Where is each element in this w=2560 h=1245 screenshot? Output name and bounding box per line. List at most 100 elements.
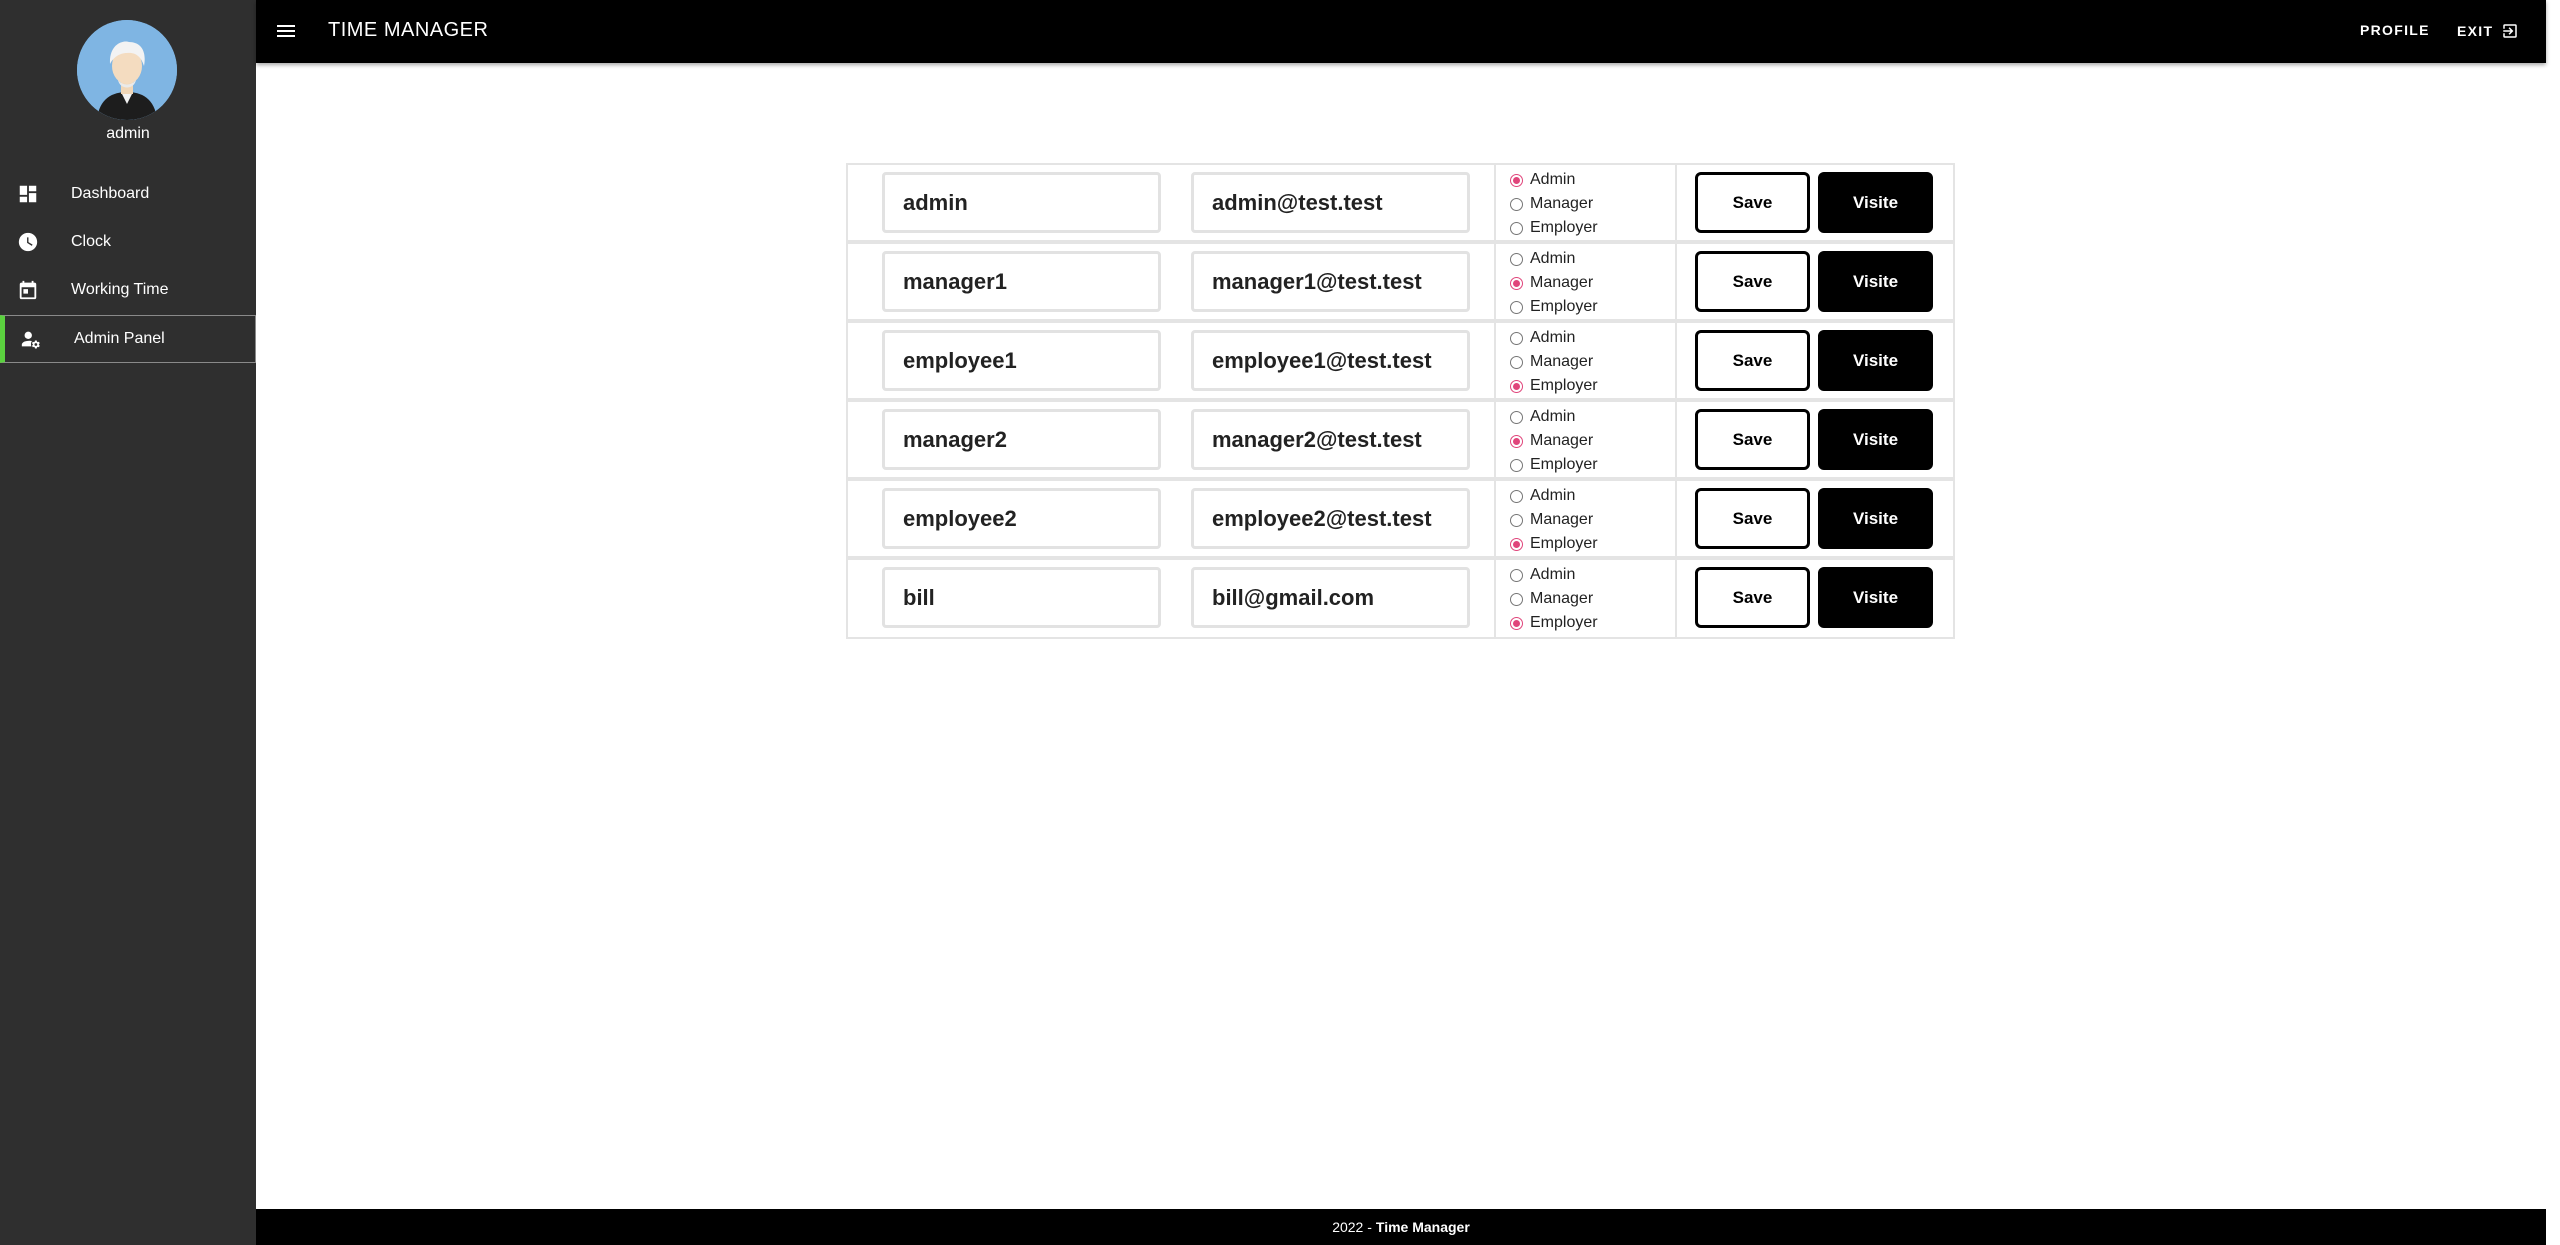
- radio-button[interactable]: [1510, 537, 1523, 551]
- radio-button[interactable]: [1510, 197, 1523, 211]
- radio-button[interactable]: [1510, 379, 1523, 393]
- radio-button[interactable]: [1510, 592, 1523, 606]
- sidebar-item-label: Working Time: [71, 281, 169, 298]
- radio-button[interactable]: [1510, 489, 1523, 503]
- visit-button[interactable]: Visite: [1818, 172, 1933, 233]
- role-option-manager[interactable]: Manager: [1510, 350, 1598, 374]
- sidebar-item-admin-panel[interactable]: Admin Panel: [0, 315, 256, 363]
- username-field[interactable]: [882, 251, 1161, 312]
- radio-button[interactable]: [1510, 434, 1523, 448]
- role-option-label: Manager: [1530, 432, 1594, 449]
- radio-button[interactable]: [1510, 568, 1523, 582]
- save-button[interactable]: Save: [1695, 330, 1810, 391]
- profile-button-label: PROFILE: [2360, 22, 2430, 38]
- email-field[interactable]: [1191, 567, 1470, 628]
- role-option-admin[interactable]: Admin: [1510, 168, 1598, 192]
- calendar-icon: [17, 279, 39, 301]
- role-option-admin[interactable]: Admin: [1510, 563, 1598, 587]
- role-option-manager[interactable]: Manager: [1510, 587, 1598, 611]
- radio-button[interactable]: [1510, 276, 1523, 290]
- role-option-label: Employer: [1530, 377, 1598, 394]
- visit-button[interactable]: Visite: [1818, 409, 1933, 470]
- users-table: AdminManagerEmployerSaveVisiteAdminManag…: [846, 163, 1955, 639]
- role-option-admin[interactable]: Admin: [1510, 326, 1598, 350]
- username-field[interactable]: [882, 172, 1161, 233]
- username-field[interactable]: [882, 567, 1161, 628]
- role-option-manager[interactable]: Manager: [1510, 192, 1598, 216]
- role-option-admin[interactable]: Admin: [1510, 484, 1598, 508]
- save-button[interactable]: Save: [1695, 172, 1810, 233]
- save-button[interactable]: Save: [1695, 567, 1810, 628]
- radio-button[interactable]: [1510, 221, 1523, 235]
- top-app-bar: TIME MANAGER PROFILE EXIT: [256, 0, 2546, 63]
- table-row: Admin Manager Employer SaveVisite: [848, 165, 1953, 244]
- table-row: Admin Manager Employer SaveVisite: [848, 244, 1953, 323]
- save-button[interactable]: Save: [1695, 488, 1810, 549]
- username-field[interactable]: [882, 409, 1161, 470]
- sidebar-item-dashboard[interactable]: Dashboard: [0, 170, 256, 218]
- radio-button[interactable]: [1510, 173, 1523, 187]
- role-radio-group: Admin Manager Employer: [1510, 563, 1598, 635]
- profile-button[interactable]: PROFILE: [2360, 22, 2430, 38]
- column-divider: [1494, 244, 1496, 319]
- sidebar-item-clock[interactable]: Clock: [0, 218, 256, 266]
- role-option-employer[interactable]: Employer: [1510, 374, 1598, 398]
- role-option-admin[interactable]: Admin: [1510, 405, 1598, 429]
- visit-button[interactable]: Visite: [1818, 251, 1933, 312]
- role-option-label: Employer: [1530, 219, 1598, 236]
- role-option-label: Admin: [1530, 566, 1576, 583]
- role-option-manager[interactable]: Manager: [1510, 429, 1598, 453]
- save-button[interactable]: Save: [1695, 251, 1810, 312]
- visit-button[interactable]: Visite: [1818, 488, 1933, 549]
- email-field[interactable]: [1191, 409, 1470, 470]
- role-option-employer[interactable]: Employer: [1510, 532, 1598, 556]
- role-radio-group: Admin Manager Employer: [1510, 484, 1598, 556]
- username-field[interactable]: [882, 330, 1161, 391]
- visit-button[interactable]: Visite: [1818, 330, 1933, 391]
- radio-button[interactable]: [1510, 616, 1523, 630]
- sidebar-item-working-time[interactable]: Working Time: [0, 266, 256, 314]
- visit-button[interactable]: Visite: [1818, 567, 1933, 628]
- email-field[interactable]: [1191, 251, 1470, 312]
- role-option-employer[interactable]: Employer: [1510, 295, 1598, 319]
- footer: 2022 - Time Manager: [256, 1209, 2546, 1245]
- avatar: [77, 20, 177, 120]
- exit-icon: [2503, 24, 2518, 38]
- role-option-employer[interactable]: Employer: [1510, 611, 1598, 635]
- role-option-label: Employer: [1530, 614, 1598, 631]
- table-row: Admin Manager Employer SaveVisite: [848, 560, 1953, 637]
- role-option-manager[interactable]: Manager: [1510, 508, 1598, 532]
- menu-icon[interactable]: [274, 19, 298, 43]
- role-option-admin[interactable]: Admin: [1510, 247, 1598, 271]
- role-option-label: Employer: [1530, 456, 1598, 473]
- save-button[interactable]: Save: [1695, 409, 1810, 470]
- footer-brand: Time Manager: [1375, 1219, 1470, 1235]
- exit-button[interactable]: EXIT: [2457, 22, 2519, 40]
- user-avatar-icon: [77, 20, 177, 120]
- role-option-label: Manager: [1530, 511, 1594, 528]
- radio-button[interactable]: [1510, 355, 1523, 369]
- table-row: Admin Manager Employer SaveVisite: [848, 402, 1953, 481]
- column-divider: [1675, 402, 1677, 477]
- radio-button[interactable]: [1510, 331, 1523, 345]
- radio-button[interactable]: [1510, 300, 1523, 314]
- email-field[interactable]: [1191, 488, 1470, 549]
- column-divider: [1675, 165, 1677, 240]
- sidebar-item-label: Admin Panel: [74, 330, 165, 347]
- email-field[interactable]: [1191, 172, 1470, 233]
- radio-button[interactable]: [1510, 252, 1523, 266]
- radio-button[interactable]: [1510, 513, 1523, 527]
- role-option-manager[interactable]: Manager: [1510, 271, 1598, 295]
- radio-button[interactable]: [1510, 410, 1523, 424]
- role-radio-group: Admin Manager Employer: [1510, 247, 1598, 319]
- role-option-employer[interactable]: Employer: [1510, 216, 1598, 240]
- column-divider: [1494, 402, 1496, 477]
- column-divider: [1494, 481, 1496, 556]
- username-field[interactable]: [882, 488, 1161, 549]
- column-divider: [1494, 560, 1496, 637]
- role-radio-group: Admin Manager Employer: [1510, 405, 1598, 477]
- role-option-employer[interactable]: Employer: [1510, 453, 1598, 477]
- column-divider: [1494, 165, 1496, 240]
- radio-button[interactable]: [1510, 458, 1523, 472]
- email-field[interactable]: [1191, 330, 1470, 391]
